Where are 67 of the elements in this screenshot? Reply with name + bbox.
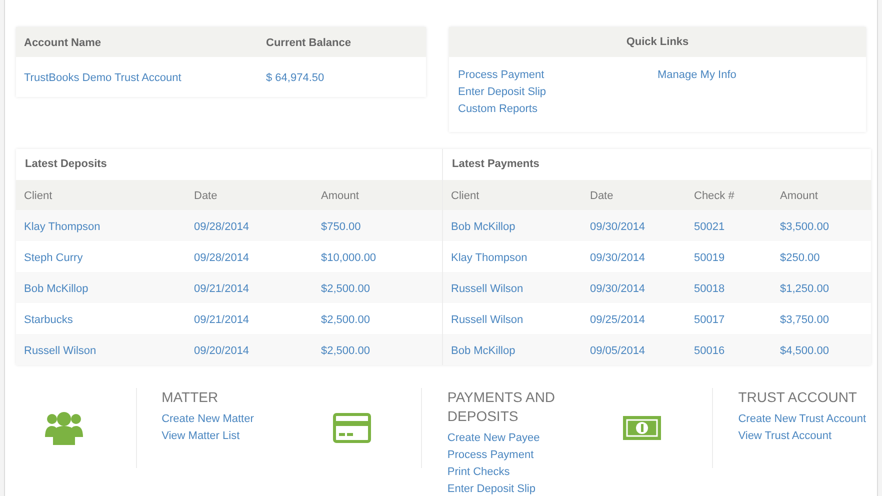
column-header: Check # bbox=[694, 190, 734, 202]
table-link[interactable]: $4,500.00 bbox=[780, 344, 829, 356]
column-header: Date bbox=[194, 190, 218, 202]
people-icon bbox=[45, 411, 83, 445]
table-link[interactable]: 09/28/2014 bbox=[194, 220, 250, 232]
table-link[interactable]: 09/28/2014 bbox=[194, 252, 250, 264]
section-link[interactable]: Print Checks bbox=[447, 466, 510, 478]
quick-link[interactable]: Manage My Info bbox=[658, 69, 736, 81]
table-link[interactable]: $1,250.00 bbox=[780, 282, 829, 294]
table-link[interactable]: $2,500.00 bbox=[321, 282, 370, 294]
table-link[interactable]: Bob McKillop bbox=[451, 220, 516, 232]
table-link[interactable]: $3,750.00 bbox=[780, 314, 829, 326]
column-header: Amount bbox=[321, 190, 359, 202]
table-link[interactable]: 50019 bbox=[694, 252, 725, 264]
panel-title: Latest Deposits bbox=[25, 157, 107, 172]
table-link[interactable]: 50016 bbox=[694, 344, 725, 356]
column-header: Date bbox=[590, 190, 614, 202]
column-header: Amount bbox=[780, 190, 818, 202]
table-link[interactable]: 09/30/2014 bbox=[590, 220, 646, 232]
credit-card-icon bbox=[332, 413, 371, 443]
table-link[interactable]: Steph Curry bbox=[24, 252, 83, 264]
panel-title: Quick Links bbox=[626, 34, 689, 50]
table-link[interactable]: $2,500.00 bbox=[321, 314, 370, 326]
table-link[interactable]: Klay Thompson bbox=[24, 220, 100, 232]
section-title: PAYMENTS AND DEPOSITS bbox=[447, 388, 556, 426]
table-link[interactable]: Russell Wilson bbox=[24, 344, 96, 356]
quick-link[interactable]: Enter Deposit Slip bbox=[458, 86, 546, 98]
section-link[interactable]: Create New Matter bbox=[162, 413, 254, 425]
table-link[interactable]: Starbucks bbox=[24, 314, 73, 326]
section-title: TRUST ACCOUNT bbox=[738, 388, 858, 407]
section-link[interactable]: View Matter List bbox=[162, 430, 240, 442]
table-link[interactable]: 50018 bbox=[694, 282, 725, 294]
section-link[interactable]: Process Payment bbox=[447, 449, 534, 461]
table-link[interactable]: $250.00 bbox=[780, 252, 820, 264]
table-link[interactable]: $750.00 bbox=[321, 220, 361, 232]
table-link[interactable]: $3,500.00 bbox=[780, 220, 829, 232]
table-link[interactable]: 50021 bbox=[694, 220, 725, 232]
column-header: Client bbox=[24, 190, 52, 202]
table-link[interactable]: Klay Thompson bbox=[451, 252, 528, 264]
section-link[interactable]: Create New Trust Account bbox=[738, 413, 866, 425]
table-link[interactable]: 50017 bbox=[694, 314, 725, 326]
section-link[interactable]: Enter Deposit Slip bbox=[447, 483, 536, 495]
column-header: Client bbox=[451, 190, 480, 202]
banknote-icon bbox=[622, 416, 661, 440]
account-link[interactable]: TrustBooks Demo Trust Account bbox=[24, 72, 182, 84]
quick-link[interactable]: Process Payment bbox=[458, 69, 544, 81]
table-link[interactable]: Bob McKillop bbox=[24, 282, 88, 294]
table-link[interactable]: $2,500.00 bbox=[321, 344, 370, 356]
table-link[interactable]: 09/30/2014 bbox=[590, 282, 646, 294]
table-link[interactable]: $10,000.00 bbox=[321, 252, 376, 264]
balance-link[interactable]: $ 64,974.50 bbox=[266, 72, 324, 84]
table-link[interactable]: Russell Wilson bbox=[451, 314, 524, 326]
quick-link[interactable]: Custom Reports bbox=[458, 103, 538, 115]
table-link[interactable]: 09/20/2014 bbox=[194, 344, 250, 356]
table-link[interactable]: Bob McKillop bbox=[451, 344, 516, 356]
section-title: MATTER bbox=[162, 388, 220, 407]
panel-title: Latest Payments bbox=[452, 157, 540, 172]
table-link[interactable]: Russell Wilson bbox=[451, 282, 524, 294]
section-link[interactable]: Create New Payee bbox=[447, 432, 540, 444]
column-header: Account Name bbox=[24, 37, 102, 49]
column-header: Current Balance bbox=[266, 37, 351, 49]
section-link[interactable]: View Trust Account bbox=[738, 430, 832, 442]
table-link[interactable]: 09/21/2014 bbox=[194, 282, 250, 294]
table-link[interactable]: 09/05/2014 bbox=[590, 344, 646, 356]
table-link[interactable]: 09/30/2014 bbox=[590, 252, 646, 264]
table-link[interactable]: 09/21/2014 bbox=[194, 314, 250, 326]
table-link[interactable]: 09/25/2014 bbox=[590, 314, 646, 326]
